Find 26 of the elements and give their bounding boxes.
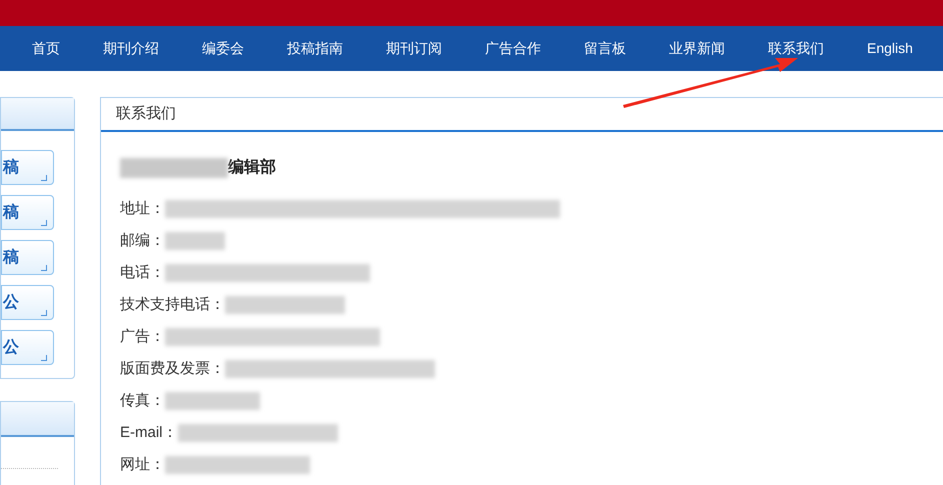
sidebar-button[interactable]: 稿 — [1, 150, 54, 185]
nav-link[interactable]: 期刊介绍 — [103, 38, 159, 59]
field-label: 传真： — [120, 390, 165, 411]
panel-title: 联系我们 — [116, 104, 176, 124]
field-label: 版面费及发票： — [120, 358, 225, 379]
nav-link[interactable]: 留言板 — [584, 38, 626, 59]
nav-link[interactable]: 期刊订阅 — [386, 38, 442, 59]
nav-link[interactable]: 首页 — [32, 38, 60, 59]
nav-link[interactable]: 投稿指南 — [287, 38, 343, 59]
section-heading: 编辑部 — [228, 157, 276, 178]
nav-link[interactable]: 联系我们 — [768, 38, 824, 59]
field-label: 地址： — [120, 198, 165, 219]
field-label: 广告： — [120, 326, 165, 347]
field-label: E-mail： — [120, 422, 178, 443]
sidebar-button[interactable]: 稿 — [1, 195, 54, 230]
nav-link[interactable]: 广告合作 — [485, 38, 541, 59]
sidebar-button[interactable]: 公 — [1, 285, 54, 320]
field-label: 电话： — [120, 262, 165, 283]
nav-link[interactable]: English — [867, 38, 913, 59]
nav-link[interactable]: 业界新闻 — [669, 38, 725, 59]
nav-link[interactable]: 编委会 — [202, 38, 244, 59]
field-label: 网址： — [120, 454, 165, 475]
field-label: 技术支持电话： — [120, 294, 225, 315]
sidebar-button[interactable]: 稿 — [1, 240, 54, 275]
sidebar-button[interactable]: 公 — [1, 330, 54, 365]
field-label: 邮编： — [120, 230, 165, 251]
